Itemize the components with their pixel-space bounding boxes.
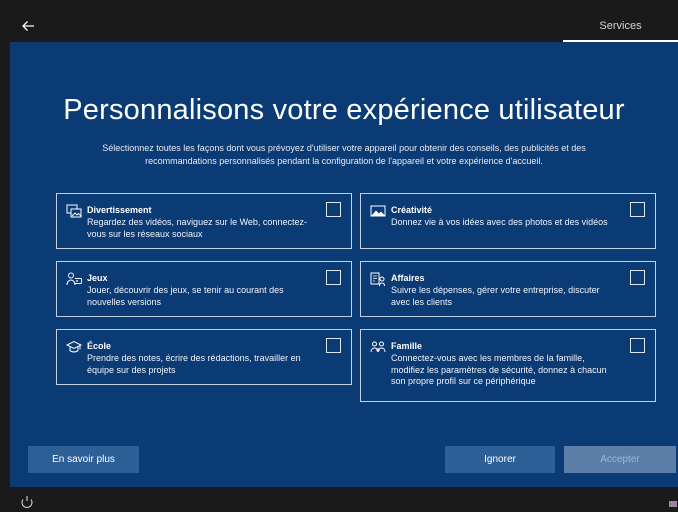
option-title: École bbox=[87, 341, 112, 351]
picture-creativity-icon bbox=[370, 205, 386, 217]
top-bar: Services bbox=[10, 10, 678, 42]
option-title: Divertissement bbox=[87, 205, 152, 215]
page-title: Personnalisons votre expérience utilisat… bbox=[63, 94, 625, 126]
option-description: Regardez des vidéos, naviguez sur le Web… bbox=[87, 217, 307, 239]
option-checkbox[interactable] bbox=[630, 338, 645, 353]
option-checkbox[interactable] bbox=[326, 270, 341, 285]
option-card-famille[interactable]: Famille Connectez-vous avec les membres … bbox=[360, 329, 656, 402]
accept-button[interactable]: Accepter bbox=[564, 446, 676, 473]
ignore-button[interactable]: Ignorer bbox=[445, 446, 555, 473]
graduation-cap-icon bbox=[66, 340, 82, 353]
business-icon bbox=[370, 272, 385, 287]
option-title: Affaires bbox=[391, 273, 425, 283]
gaming-icon bbox=[66, 272, 82, 286]
ease-of-access-icon[interactable] bbox=[20, 494, 34, 508]
keyboard-layout-icon[interactable] bbox=[669, 501, 677, 507]
step-underline bbox=[563, 40, 678, 42]
option-checkbox[interactable] bbox=[326, 202, 341, 217]
option-card-jeux[interactable]: Jeux Jouer, découvrir des jeux, se tenir… bbox=[56, 261, 352, 317]
option-card-divertissement[interactable]: Divertissement Regardez des vidéos, navi… bbox=[56, 193, 352, 249]
option-card-affaires[interactable]: Affaires Suivre les dépenses, gérer votr… bbox=[360, 261, 656, 317]
photos-entertainment-icon bbox=[66, 204, 82, 218]
option-description: Connectez-vous avec les membres de la fa… bbox=[391, 353, 607, 386]
option-card-creativite[interactable]: Créativité Donnez vie à vos idées avec d… bbox=[360, 193, 656, 249]
option-card-ecole[interactable]: École Prendre des notes, écrire des réda… bbox=[56, 329, 352, 385]
learn-more-button[interactable]: En savoir plus bbox=[28, 446, 139, 473]
family-people-icon bbox=[370, 341, 386, 353]
back-button[interactable] bbox=[18, 16, 38, 36]
option-title: Jeux bbox=[87, 273, 108, 283]
option-description: Prendre des notes, écrire des rédactions… bbox=[87, 353, 301, 375]
option-description: Suivre les dépenses, gérer votre entrepr… bbox=[391, 285, 600, 307]
step-label-services: Services bbox=[599, 20, 642, 32]
oobe-window: Services Personnalisons votre expérience… bbox=[10, 10, 678, 487]
option-title: Créativité bbox=[391, 205, 433, 215]
option-checkbox[interactable] bbox=[326, 338, 341, 353]
option-checkbox[interactable] bbox=[630, 270, 645, 285]
option-description: Donnez vie à vos idées avec des photos e… bbox=[391, 217, 608, 227]
arrow-left-icon bbox=[22, 21, 34, 31]
page-subtitle: Sélectionnez toutes les façons dont vous… bbox=[102, 143, 586, 166]
option-title: Famille bbox=[391, 341, 423, 351]
option-checkbox[interactable] bbox=[630, 202, 645, 217]
option-description: Jouer, découvrir des jeux, se tenir au c… bbox=[87, 285, 284, 307]
